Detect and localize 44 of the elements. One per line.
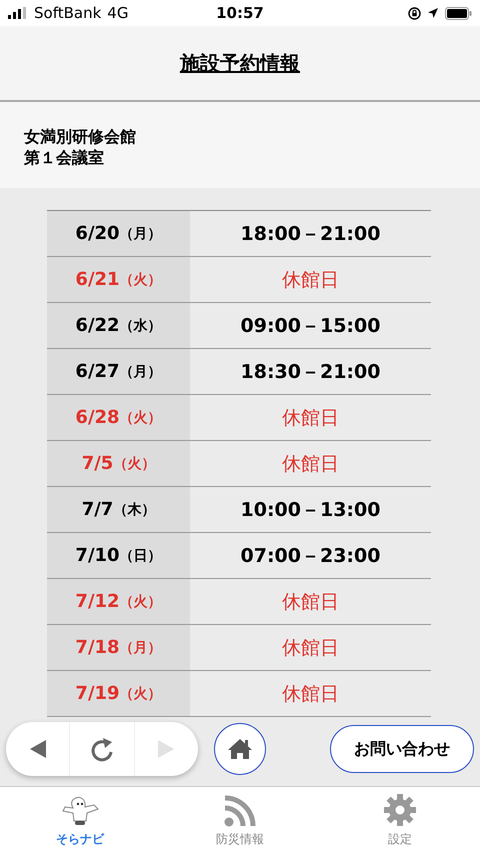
date-cell: 6/28（火） [47,395,190,440]
home-icon [227,738,253,760]
time-cell-text: 18:00－21:00 [240,222,382,246]
tab-button[interactable]: 防災情報 [160,787,320,854]
forward-arrow-icon [157,739,176,759]
time-cell-text: 休館日 [281,590,340,614]
mascot-icon [60,795,100,827]
date-cell: 6/22（水） [47,303,190,348]
reload-icon [88,735,115,763]
date-cell: 7/12（火） [47,579,190,624]
time-cell-text: 07:00－23:00 [240,544,382,568]
date-cell: 6/21（火） [47,257,190,302]
signal-icon [8,7,28,19]
date-cell: 6/27（月） [47,349,190,394]
tab-button[interactable]: 設定 [320,787,480,854]
status-time: 10:57 [216,4,264,22]
date-cell: 7/10（日） [47,533,190,578]
time-cell-text: 休館日 [281,406,340,430]
tab-button[interactable]: そらナビ [0,787,160,854]
date-cell: 7/18（月） [47,625,190,670]
time-cell-text: 休館日 [281,636,340,660]
time-cell-text: 休館日 [281,268,340,292]
contact-button[interactable]: お問い合わせ [330,725,474,773]
rss-icon [224,795,256,827]
date-cell: 7/7（木） [47,487,190,532]
location-icon [427,7,439,19]
date-cell: 7/19（火） [47,671,190,716]
home-button[interactable] [214,723,266,775]
network-type: 4G [107,4,128,22]
settings-icon [383,793,417,827]
time-cell-text: 09:00－15:00 [240,314,382,338]
date-cell: 6/20（月） [47,211,190,256]
time-cell-text: 10:00－13:00 [240,498,382,522]
carrier-name: SoftBank [34,4,102,22]
back-arrow-icon [28,739,47,759]
battery-icon [445,6,472,20]
rotation-lock-icon [408,6,421,20]
date-cell: 7/5（火） [47,441,190,486]
room-name: 第１会議室 [24,147,105,168]
time-cell-text: 休館日 [281,682,340,706]
page-title: 施設予約情報 [180,50,300,76]
time-cell-text: 休館日 [281,452,340,476]
time-cell-text: 18:30－21:00 [240,360,382,384]
facility-name: 女満別研修会館 [24,126,137,147]
